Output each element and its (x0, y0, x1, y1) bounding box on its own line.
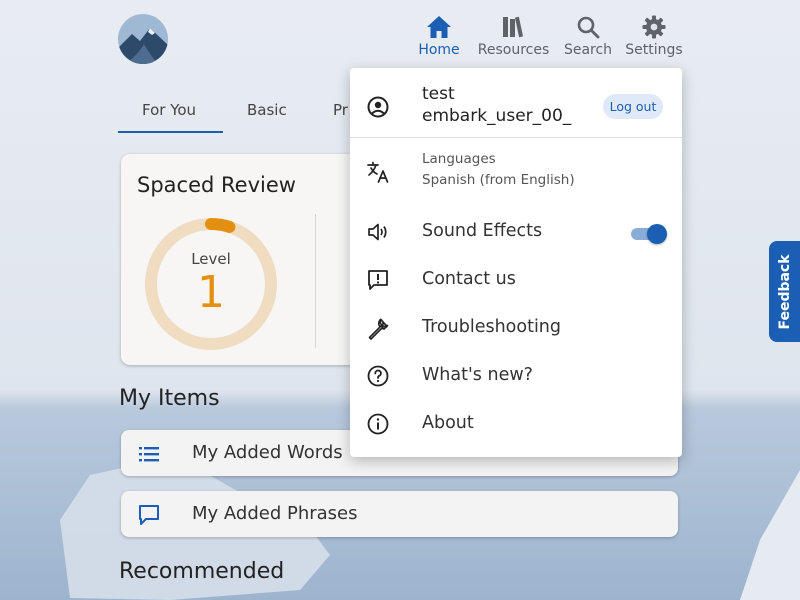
level-value: 1 (197, 267, 225, 318)
speech-bubble-icon (137, 503, 161, 527)
menu-item-troubleshooting[interactable]: Troubleshooting (350, 306, 682, 350)
info-circle-icon (366, 412, 390, 436)
nav-resources-label: Resources (477, 42, 550, 58)
translate-icon (366, 160, 390, 184)
spaced-review-title: Spaced Review (137, 173, 296, 197)
sound-effects-toggle[interactable] (629, 223, 667, 244)
menu-item-languages[interactable]: Languages Spanish (from English) (350, 148, 682, 192)
tab-for-you[interactable]: For You (142, 101, 196, 119)
feedback-bubble-icon (366, 268, 390, 292)
menu-item-sound-effects[interactable]: Sound Effects (350, 210, 682, 254)
books-icon (501, 14, 527, 40)
nav-search-label: Search (563, 42, 613, 58)
languages-value: Spanish (from English) (422, 172, 575, 188)
menu-item-about[interactable]: About (350, 402, 682, 446)
my-added-phrases-label: My Added Phrases (192, 503, 358, 524)
nav-settings-label: Settings (625, 42, 683, 58)
speaker-icon (366, 220, 390, 244)
contact-us-label: Contact us (422, 269, 516, 289)
feedback-tab[interactable]: Feedback (769, 241, 800, 342)
logout-button[interactable]: Log out (603, 94, 663, 119)
my-items-title: My Items (119, 386, 220, 411)
toggle-thumb (647, 224, 667, 244)
gear-icon (641, 14, 667, 40)
menu-username: test (422, 84, 455, 104)
recommended-title: Recommended (119, 559, 285, 584)
nav-search[interactable]: Search (564, 14, 612, 58)
my-added-phrases-row[interactable]: My Added Phrases (121, 491, 678, 537)
about-label: About (422, 413, 474, 433)
feedback-label: Feedback (776, 253, 793, 330)
spaced-review-card[interactable]: Spaced Review Level 1 (121, 154, 361, 365)
menu-user-section: test embark_user_00_c Log out (350, 68, 682, 138)
app-logo[interactable] (118, 14, 168, 64)
list-icon (137, 442, 161, 466)
search-icon (575, 14, 601, 40)
nav-home-label: Home (418, 42, 460, 58)
settings-menu: test embark_user_00_c Log out Languages … (350, 68, 682, 457)
menu-item-contact-us[interactable]: Contact us (350, 258, 682, 302)
wrench-icon (366, 316, 390, 340)
nav-resources[interactable]: Resources (478, 14, 549, 58)
my-added-words-label: My Added Words (192, 442, 343, 463)
nav-settings[interactable]: Settings (625, 14, 683, 58)
troubleshooting-label: Troubleshooting (422, 317, 562, 337)
level-label: Level (191, 250, 231, 268)
home-icon (426, 14, 452, 40)
menu-item-whats-new[interactable]: What's new? (350, 354, 682, 398)
whats-new-label: What's new? (422, 365, 533, 385)
sound-effects-label: Sound Effects (422, 221, 543, 241)
languages-title: Languages (422, 151, 496, 167)
help-circle-icon (366, 364, 390, 388)
account-circle-icon (366, 95, 390, 119)
tab-pr[interactable]: Pr (333, 101, 348, 119)
menu-user-email: embark_user_00_c (422, 106, 572, 126)
nav-home[interactable]: Home (418, 14, 460, 58)
tab-basic[interactable]: Basic (247, 101, 287, 119)
tab-selected-indicator (118, 131, 223, 133)
card-divider (315, 214, 316, 348)
